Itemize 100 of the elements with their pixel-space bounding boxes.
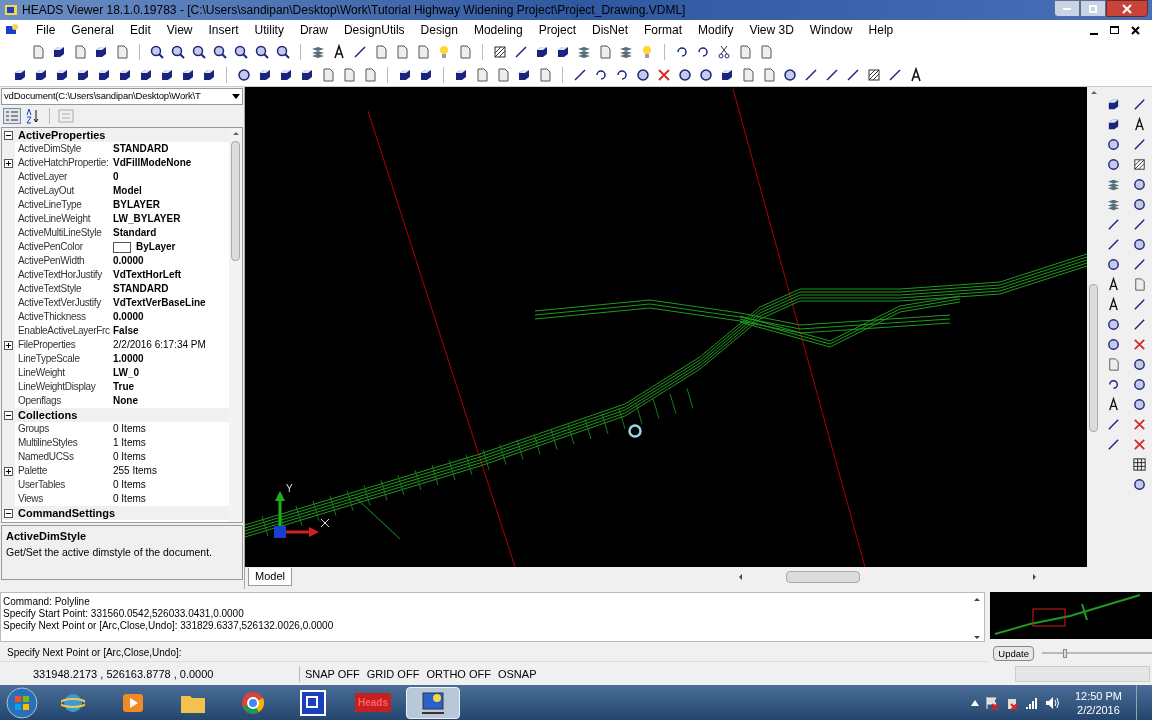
cross-icon[interactable] (1131, 437, 1147, 452)
mdi-restore-icon[interactable] (1110, 26, 1119, 34)
page-icon[interactable] (495, 66, 511, 83)
hatch-icon[interactable] (1131, 157, 1147, 172)
vertical-scrollbar[interactable] (972, 596, 982, 641)
collapse-icon[interactable] (4, 508, 13, 518)
line-icon[interactable] (572, 66, 588, 83)
letter-icon[interactable] (331, 43, 347, 60)
menu-item[interactable]: Modify (690, 21, 742, 39)
line-icon[interactable] (352, 43, 368, 60)
zoom-icon[interactable] (212, 43, 228, 60)
collapse-icon[interactable] (4, 130, 13, 140)
menu-item[interactable]: File (28, 21, 64, 39)
menu-item[interactable]: DesignUtils (335, 21, 413, 39)
signal-icon[interactable] (1024, 695, 1039, 710)
circle-icon[interactable] (1131, 397, 1147, 412)
menu-item[interactable]: Draw (291, 21, 336, 39)
menu-item[interactable]: Project (530, 21, 584, 39)
menu-item[interactable]: Modeling (465, 21, 531, 39)
menu-item[interactable]: Window (801, 21, 861, 39)
page-icon[interactable] (341, 66, 357, 83)
circle-icon[interactable] (1105, 157, 1121, 172)
page-icon[interactable] (737, 43, 753, 60)
category-row[interactable]: CommandSettings (2, 506, 229, 520)
update-button[interactable]: Update (993, 645, 1034, 661)
circle-icon[interactable] (1105, 137, 1121, 152)
circle-icon[interactable] (1105, 257, 1121, 272)
cross-icon[interactable] (1131, 337, 1147, 352)
page-icon[interactable] (457, 43, 473, 60)
taskbar-app[interactable] (406, 686, 460, 719)
zoom-icon[interactable] (275, 43, 291, 60)
line-icon[interactable] (887, 66, 903, 83)
zoom-icon[interactable] (191, 43, 207, 60)
circle-icon[interactable] (698, 66, 714, 83)
collapse-icon[interactable] (4, 410, 13, 420)
line-icon[interactable] (824, 66, 840, 83)
hatch-icon[interactable] (866, 66, 882, 83)
circle-icon[interactable] (1131, 237, 1147, 252)
close-button[interactable] (1106, 0, 1148, 17)
mdi-close-icon[interactable] (1131, 25, 1140, 35)
cross-icon[interactable] (1131, 417, 1147, 432)
circle-icon[interactable] (1131, 357, 1147, 372)
grid-icon[interactable] (1131, 457, 1147, 472)
document-dropdown[interactable]: vdDocument(C:\Users\sandipan\Desktop\Work\T (1, 88, 243, 105)
circle-icon[interactable] (677, 66, 693, 83)
category-row[interactable]: ActiveProperties (2, 128, 229, 142)
slider-thumb[interactable] (1063, 648, 1068, 658)
category-row[interactable]: Collections (2, 408, 229, 422)
clock[interactable]: 12:50 PM 2/2/2016 (1066, 688, 1130, 717)
sort-alphabetical-icon[interactable] (25, 108, 41, 124)
page-icon[interactable] (758, 43, 774, 60)
maximize-button[interactable] (1080, 0, 1106, 17)
status-toggle[interactable]: GRID OFF (366, 665, 420, 683)
page-icon[interactable] (740, 66, 756, 83)
speaker-icon[interactable] (1044, 695, 1061, 710)
zoom-icon[interactable] (254, 43, 270, 60)
zoom-icon[interactable] (233, 43, 249, 60)
layers-icon[interactable] (1105, 177, 1121, 192)
page-icon[interactable] (72, 43, 88, 60)
hatch-icon[interactable] (492, 43, 508, 60)
menu-item[interactable]: View 3D (741, 21, 802, 39)
page-icon[interactable] (362, 66, 378, 83)
page-icon[interactable] (394, 43, 410, 60)
circle-icon[interactable] (1131, 377, 1147, 392)
page-icon[interactable] (114, 43, 130, 60)
circle-icon[interactable] (1131, 477, 1147, 492)
page-icon[interactable] (474, 66, 490, 83)
cross-icon[interactable] (656, 66, 672, 83)
circle-icon[interactable] (1131, 177, 1147, 192)
menu-item[interactable]: Utility (246, 21, 292, 39)
line-icon[interactable] (803, 66, 819, 83)
page-icon[interactable] (373, 43, 389, 60)
circle-icon[interactable] (635, 66, 651, 83)
page-icon[interactable] (537, 66, 553, 83)
circle-icon[interactable] (782, 66, 798, 83)
layout-tab[interactable]: Model (248, 568, 292, 586)
start-button[interactable] (4, 685, 40, 720)
menu-item[interactable]: Design (412, 21, 466, 39)
minimize-button[interactable] (1054, 0, 1080, 17)
page-icon[interactable] (415, 43, 431, 60)
menu-item[interactable]: View (158, 21, 201, 39)
circle-icon[interactable] (1105, 317, 1121, 332)
page-icon[interactable] (30, 43, 46, 60)
zoom-icon[interactable] (149, 43, 165, 60)
status-toggle[interactable]: ORTHO OFF (426, 665, 491, 683)
status-toggle[interactable]: OSNAP (497, 665, 537, 683)
status-toggle[interactable]: SNAP OFF (305, 665, 360, 683)
circle-icon[interactable] (236, 66, 252, 83)
menu-item[interactable]: Edit (122, 21, 159, 39)
show-hidden-icons-icon[interactable] (970, 699, 979, 706)
letter-icon[interactable] (908, 66, 924, 83)
line-icon[interactable] (845, 66, 861, 83)
flag-icon[interactable] (984, 695, 999, 710)
vertical-scrollbar[interactable] (229, 128, 242, 522)
menu-item[interactable]: DisNet (584, 21, 637, 39)
menu-item[interactable]: Format (636, 21, 691, 39)
page-icon[interactable] (597, 43, 613, 60)
page-icon[interactable] (320, 66, 336, 83)
layers-icon[interactable] (1105, 197, 1121, 212)
circle-icon[interactable] (1131, 197, 1147, 212)
